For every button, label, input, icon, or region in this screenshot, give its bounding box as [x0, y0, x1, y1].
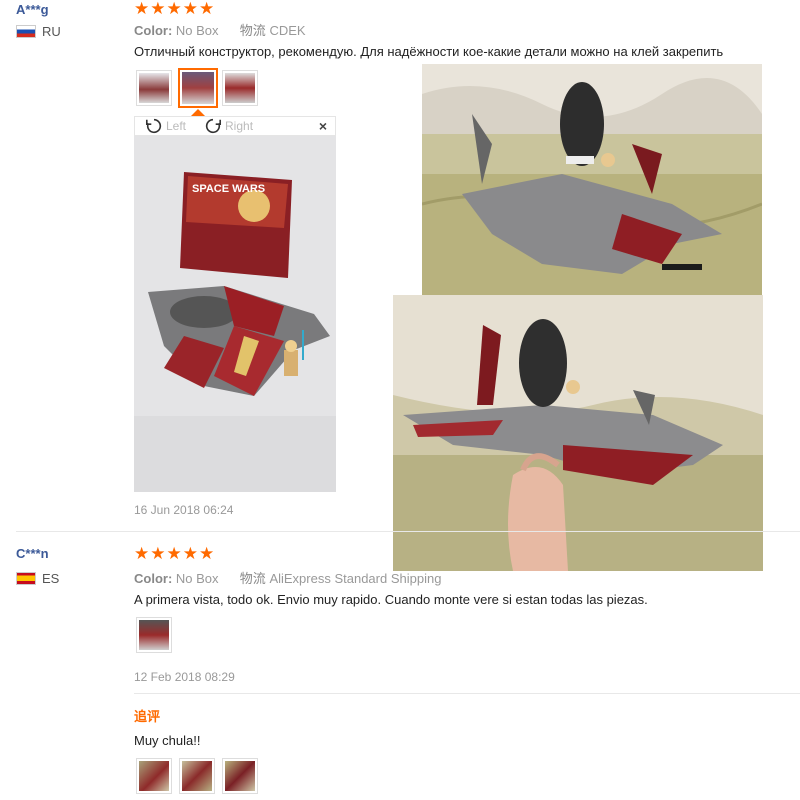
review-text: Отличный конструктор, рекомендую. Для на…: [134, 44, 724, 59]
review-date: 16 Jun 2018 06:24: [134, 503, 234, 517]
review-photo-thumbnail[interactable]: [222, 758, 258, 794]
review-photo-thumbnail-active[interactable]: [178, 68, 218, 108]
country-code: ES: [42, 571, 60, 586]
rotate-left-label: Left: [166, 119, 187, 133]
review-photo-large[interactable]: [393, 295, 763, 571]
flag-es-icon: [16, 572, 36, 585]
thumbnail-image: [139, 620, 169, 650]
review-photo-thumbnail[interactable]: [136, 758, 172, 794]
review-photo-thumbnail[interactable]: [136, 617, 172, 653]
close-viewer-button[interactable]: ×: [319, 118, 327, 134]
additional-review-text: Muy chula!!: [134, 733, 201, 748]
rotate-right-button[interactable]: Right: [204, 117, 253, 135]
review-date: 12 Feb 2018 08:29: [134, 670, 235, 684]
reviewer-name: A***g: [16, 2, 49, 17]
rating-stars: ★★★★★: [134, 0, 216, 18]
thumbnail-image: [225, 761, 255, 791]
color-value: No Box: [175, 571, 219, 586]
thumbnail-image: [139, 73, 169, 103]
lego-jet-photo: SPACE WARS: [134, 136, 336, 492]
shipping-value: AliExpress Standard Shipping: [269, 571, 442, 586]
lego-jet-on-bed-photo: [422, 64, 762, 296]
thumbnail-image: [225, 73, 255, 103]
thumbnail-image: [182, 761, 212, 791]
rotate-right-icon: [205, 118, 222, 134]
reviewer-name: C***n: [16, 546, 49, 561]
shipping-label: 物流: [239, 571, 266, 586]
enlarged-review-photo[interactable]: SPACE WARS: [134, 136, 336, 492]
review-divider: [16, 531, 800, 532]
rotate-left-button[interactable]: Left: [145, 117, 186, 135]
rating-stars: ★★★★★: [134, 544, 216, 563]
review-photo-large[interactable]: [422, 64, 762, 296]
rotate-right-label: Right: [225, 119, 254, 133]
review-meta: Color: No Box 物流 AliExpress Standard Shi…: [134, 568, 441, 587]
color-label: Color:: [134, 23, 173, 38]
review-photo-thumbnail[interactable]: [179, 758, 215, 794]
additional-review-divider: [134, 693, 800, 694]
country-code: RU: [42, 24, 61, 39]
additional-review-label: 追评: [134, 709, 161, 724]
poster-title: SPACE WARS: [192, 183, 265, 195]
color-value: No Box: [175, 23, 219, 38]
color-label: Color:: [134, 571, 173, 586]
lego-jet-in-hand-photo: [393, 295, 763, 571]
reviewer-country: RU: [16, 24, 61, 39]
shipping-label: 物流: [239, 23, 266, 38]
review-meta: Color: No Box 物流 CDEK: [134, 20, 306, 39]
review-photo-thumbnail[interactable]: [136, 70, 172, 106]
thumbnail-image: [182, 72, 214, 104]
shipping-value: CDEK: [269, 23, 306, 38]
flag-ru-icon: [16, 25, 36, 38]
review-photo-thumbnail[interactable]: [222, 70, 258, 106]
thumbnail-image: [139, 761, 169, 791]
photo-viewer-toolbar: Left Right ×: [134, 116, 336, 136]
review-text: A primera vista, todo ok. Envio muy rapi…: [134, 592, 648, 607]
reviewer-country: ES: [16, 571, 59, 586]
rotate-left-icon: [145, 118, 162, 134]
